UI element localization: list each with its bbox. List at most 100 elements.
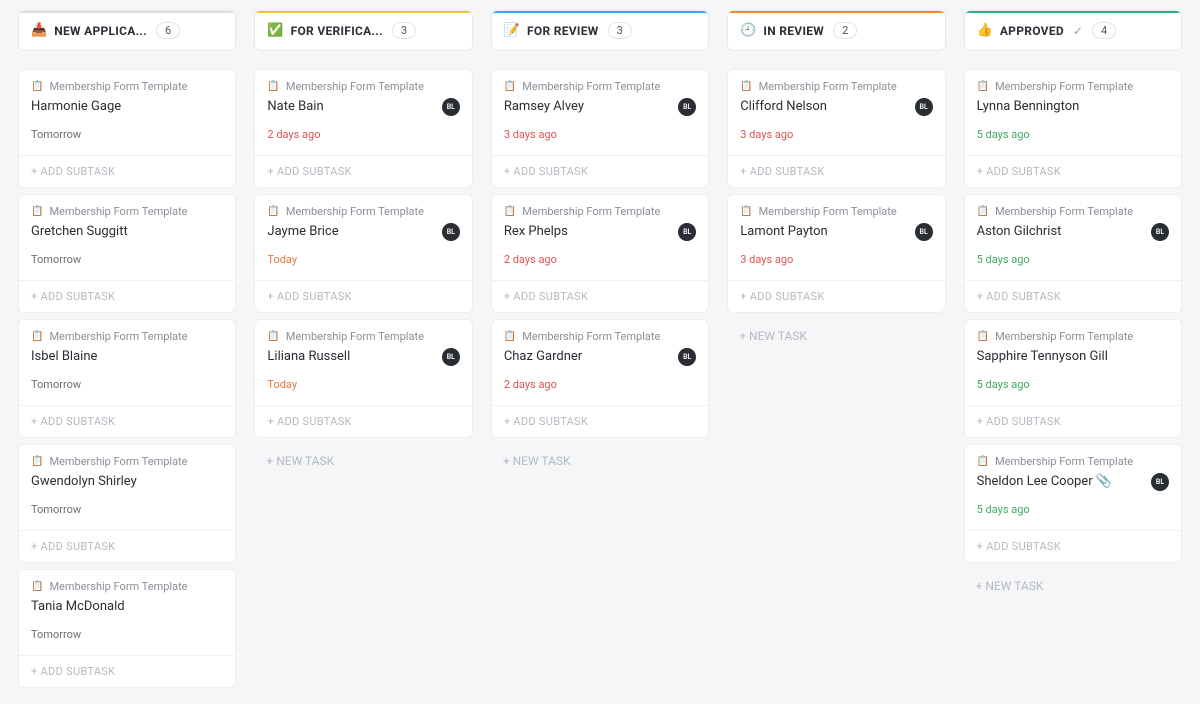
column-stripe	[255, 11, 471, 13]
template-label: Membership Form Template	[49, 580, 187, 593]
task-name: Lynna Bennington	[977, 99, 1169, 114]
template-label: Membership Form Template	[995, 80, 1133, 93]
form-template-icon: 📋	[31, 581, 43, 592]
template-row: 📋Membership Form Template	[977, 205, 1169, 218]
new-task-button[interactable]: + NEW TASK	[491, 444, 709, 478]
task-name: Sheldon Lee Cooper 📎	[977, 474, 1169, 489]
assignee-avatar[interactable]: BL	[915, 98, 933, 116]
add-subtask-button[interactable]: + ADD SUBTASK	[492, 155, 708, 187]
task-card[interactable]: 📋Membership Form TemplateSheldon Lee Coo…	[964, 444, 1182, 563]
task-name: Liliana Russell	[267, 349, 459, 364]
task-card[interactable]: 📋Membership Form TemplateGretchen Suggit…	[18, 194, 236, 313]
column-header-for-review[interactable]: 📝FOR REVIEW3	[491, 10, 709, 51]
add-subtask-button[interactable]: + ADD SUBTASK	[728, 155, 944, 187]
column-stripe	[492, 11, 708, 13]
add-subtask-button[interactable]: + ADD SUBTASK	[255, 405, 471, 437]
add-subtask-button[interactable]: + ADD SUBTASK	[19, 530, 235, 562]
template-row: 📋Membership Form Template	[31, 455, 223, 468]
column-status-icon: ✅	[267, 24, 283, 37]
template-label: Membership Form Template	[759, 80, 897, 93]
column-title: FOR VERIFICA...	[291, 24, 383, 38]
task-card[interactable]: 📋Membership Form Template Aston Gilchrist…	[964, 194, 1182, 313]
new-task-button[interactable]: + NEW TASK	[254, 444, 472, 478]
template-label: Membership Form Template	[759, 205, 897, 218]
task-card[interactable]: 📋Membership Form TemplateLiliana Russell…	[254, 319, 472, 438]
template-label: Membership Form Template	[286, 205, 424, 218]
task-card[interactable]: 📋Membership Form TemplateJayme BriceToda…	[254, 194, 472, 313]
task-card[interactable]: 📋Membership Form TemplateSapphire Tennys…	[964, 319, 1182, 438]
task-card[interactable]: 📋Membership Form TemplateClifford Nelson…	[727, 69, 945, 188]
template-label: Membership Form Template	[286, 80, 424, 93]
assignee-avatar[interactable]: BL	[442, 348, 460, 366]
template-row: 📋Membership Form Template	[267, 205, 459, 218]
task-card[interactable]: 📋Membership Form Template Chaz Gardner 2 d…	[491, 319, 709, 438]
add-subtask-button[interactable]: + ADD SUBTASK	[19, 280, 235, 312]
add-subtask-button[interactable]: + ADD SUBTASK	[965, 405, 1181, 437]
column-header-for-verification[interactable]: ✅FOR VERIFICA...3	[254, 10, 472, 51]
task-card[interactable]: 📋Membership Form TemplateLynna Benningto…	[964, 69, 1182, 188]
task-due-date: 3 days ago	[740, 253, 932, 266]
task-name: Aston Gilchrist	[977, 224, 1169, 239]
add-subtask-button[interactable]: + ADD SUBTASK	[255, 280, 471, 312]
task-name: Ramsey Alvey	[504, 99, 696, 114]
column-header-in-review[interactable]: 🕘IN REVIEW2	[727, 10, 945, 51]
assignee-avatar[interactable]: BL	[1151, 223, 1169, 241]
new-task-button[interactable]: + NEW TASK	[964, 569, 1182, 603]
task-due-date: 3 days ago	[740, 128, 932, 141]
task-card[interactable]: 📋Membership Form TemplateIsbel BlaineTom…	[18, 319, 236, 438]
add-subtask-button[interactable]: + ADD SUBTASK	[255, 155, 471, 187]
add-subtask-button[interactable]: + ADD SUBTASK	[492, 405, 708, 437]
task-due-date: 3 days ago	[504, 128, 696, 141]
form-template-icon: 📋	[740, 81, 752, 92]
template-label: Membership Form Template	[49, 80, 187, 93]
task-name: Tania McDonald	[31, 599, 223, 614]
form-template-icon: 📋	[977, 206, 989, 217]
add-subtask-button[interactable]: + ADD SUBTASK	[965, 155, 1181, 187]
kanban-board: 📥NEW APPLICA...6📋Membership Form Templat…	[18, 10, 1182, 694]
task-name: Chaz Gardner	[504, 349, 696, 364]
task-card[interactable]: 📋Membership Form TemplateNate Bain2 days…	[254, 69, 472, 188]
task-due-date: 2 days ago	[504, 378, 696, 391]
form-template-icon: 📋	[977, 331, 989, 342]
column-status-icon: 🕘	[740, 24, 756, 37]
add-subtask-button[interactable]: + ADD SUBTASK	[965, 280, 1181, 312]
template-row: 📋Membership Form Template	[504, 330, 696, 343]
add-subtask-button[interactable]: + ADD SUBTASK	[19, 405, 235, 437]
column-count-badge: 6	[156, 22, 180, 39]
template-row: 📋Membership Form Template	[504, 80, 696, 93]
task-card[interactable]: 📋Membership Form TemplateHarmonie GageTo…	[18, 69, 236, 188]
column-new-applications: 📥NEW APPLICA...6📋Membership Form Templat…	[18, 10, 236, 694]
template-row: 📋 Membership Form Template	[504, 205, 696, 218]
form-template-icon: 📋	[504, 206, 516, 217]
form-template-icon: 📋	[31, 81, 43, 92]
add-subtask-button[interactable]: + ADD SUBTASK	[19, 155, 235, 187]
assignee-avatar[interactable]: BL	[442, 223, 460, 241]
new-task-button[interactable]: + NEW TASK	[727, 319, 945, 353]
task-card[interactable]: 📋Membership Form TemplateLamont Payton3 …	[727, 194, 945, 313]
add-subtask-button[interactable]: + ADD SUBTASK	[965, 530, 1181, 562]
task-card[interactable]: 📋 Membership Form Template Rex Phelps 2 day…	[491, 194, 709, 313]
template-row: 📋Membership Form Template	[267, 80, 459, 93]
task-due-date: 2 days ago	[504, 253, 696, 266]
task-due-date: Tomorrow	[31, 128, 223, 141]
form-template-icon: 📋	[977, 456, 989, 467]
column-header-new-applications[interactable]: 📥NEW APPLICA...6	[18, 10, 236, 51]
task-due-date: 5 days ago	[977, 253, 1169, 266]
add-subtask-button[interactable]: + ADD SUBTASK	[728, 280, 944, 312]
add-subtask-button[interactable]: + ADD SUBTASK	[19, 655, 235, 687]
task-due-date: 5 days ago	[977, 503, 1169, 516]
task-card[interactable]: 📋Membership Form TemplateGwendolyn Shirl…	[18, 444, 236, 563]
column-count-badge: 2	[833, 22, 857, 39]
assignee-avatar[interactable]: BL	[915, 223, 933, 241]
assignee-avatar[interactable]: BL	[1151, 473, 1169, 491]
assignee-avatar[interactable]: BL	[442, 98, 460, 116]
task-card[interactable]: 📋Membership Form Template Ramsey Alvey 3 d…	[491, 69, 709, 188]
add-subtask-button[interactable]: + ADD SUBTASK	[492, 280, 708, 312]
task-name: Rex Phelps	[504, 224, 696, 239]
task-card[interactable]: 📋Membership Form TemplateTania McDonaldT…	[18, 569, 236, 688]
task-due-date: 5 days ago	[977, 378, 1169, 391]
column-header-approved[interactable]: 👍APPROVED✓4	[964, 10, 1182, 51]
template-label: Membership Form Template	[522, 205, 660, 218]
column-stripe	[728, 11, 944, 13]
template-label: Membership Form Template	[522, 80, 660, 93]
